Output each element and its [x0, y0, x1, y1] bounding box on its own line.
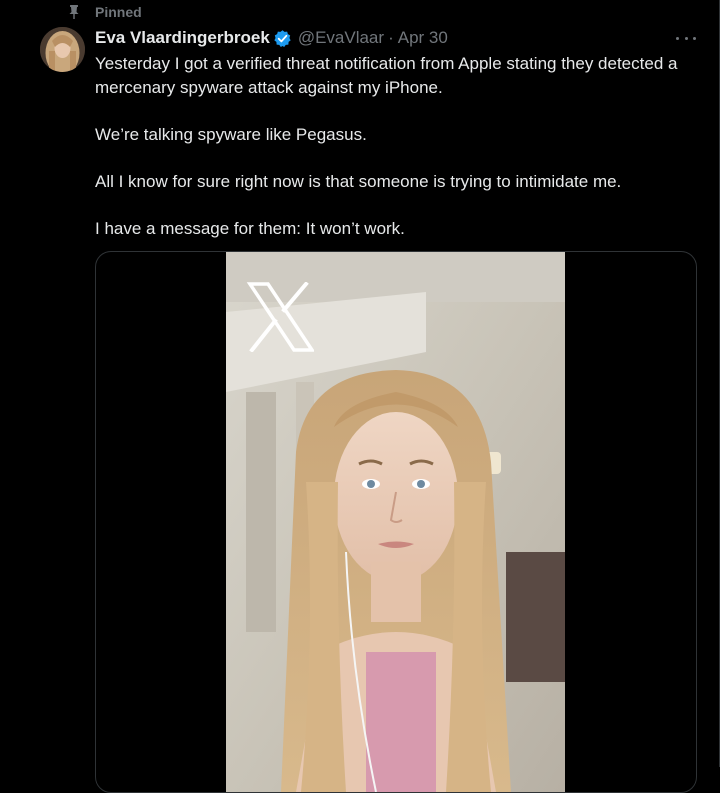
- verified-badge-icon[interactable]: [273, 29, 292, 48]
- tweet-paragraph: We’re talking spyware like Pegasus.: [95, 124, 367, 144]
- tweet-text: Yesterday I got a verified threat notifi…: [95, 52, 695, 240]
- tweet-paragraph: Yesterday I got a verified threat notifi…: [95, 54, 678, 97]
- pinned-indicator: Pinned: [66, 3, 142, 21]
- avatar[interactable]: [40, 27, 85, 72]
- more-dot: [693, 36, 696, 40]
- avatar-image: [40, 27, 85, 72]
- pinned-label: Pinned: [95, 4, 142, 20]
- more-dot: [676, 36, 679, 40]
- video-player[interactable]: [226, 252, 565, 792]
- tweet-header: Eva Vlaardingerbroek @EvaVlaar · Apr 30: [95, 27, 448, 49]
- more-dot: [684, 36, 688, 40]
- more-options-icon[interactable]: [676, 31, 696, 45]
- media-card[interactable]: [95, 251, 697, 793]
- tweet-paragraph: I have a message for them: It won’t work…: [95, 218, 405, 238]
- author-handle[interactable]: @EvaVlaar: [298, 28, 384, 48]
- tweet-date[interactable]: Apr 30: [398, 28, 448, 48]
- x-logo-icon: [246, 282, 314, 352]
- separator-dot: ·: [388, 28, 394, 47]
- tweet-paragraph: All I know for sure right now is that so…: [95, 171, 622, 191]
- pin-icon: [69, 5, 79, 19]
- author-display-name[interactable]: Eva Vlaardingerbroek: [95, 28, 270, 48]
